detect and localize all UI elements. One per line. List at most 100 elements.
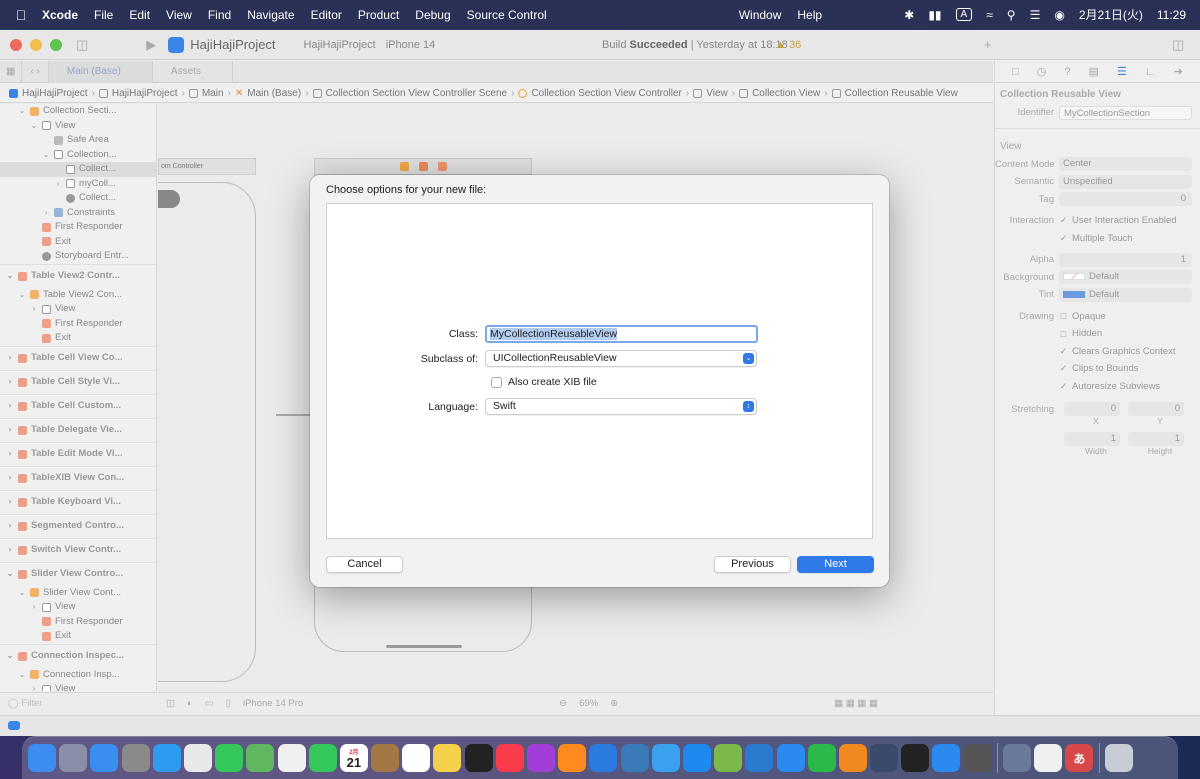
- identity-inspector-icon[interactable]: ▤: [1089, 65, 1099, 78]
- outline-item[interactable]: Safe Area: [0, 133, 156, 148]
- disclosure-icon[interactable]: ⌄: [30, 119, 38, 134]
- user-interaction-checkbox[interactable]: ✓ User Interaction Enabled: [1059, 215, 1177, 226]
- file-inspector-icon[interactable]: □: [1012, 66, 1019, 78]
- pages-icon[interactable]: [838, 744, 867, 772]
- zoom-in-icon[interactable]: ⊕: [610, 698, 618, 709]
- outline-item[interactable]: Collect...: [0, 162, 156, 177]
- disclosure-icon[interactable]: ›: [6, 346, 14, 370]
- outline-scene-group[interactable]: ⌄ Connection Inspec...: [0, 643, 156, 668]
- breadcrumb-item[interactable]: HajiHajiProject: [96, 88, 181, 99]
- breadcrumb-item[interactable]: HajiHajiProject: [6, 88, 91, 99]
- outline-item[interactable]: › myColl...: [0, 177, 156, 192]
- semantic-popup[interactable]: Unspecified: [1059, 174, 1192, 189]
- breadcrumb-item[interactable]: Collection Section View Controller: [515, 88, 684, 99]
- bluetooth-icon[interactable]: ✱: [897, 8, 921, 22]
- scheme-selector[interactable]: HajiHajiProject: [304, 39, 376, 51]
- vscode-icon[interactable]: [745, 744, 774, 772]
- outline-item[interactable]: Storyboard Entr...: [0, 249, 156, 264]
- filter-field[interactable]: ◯ Filter: [0, 692, 157, 714]
- outline-item[interactable]: ⌄ Slider View Cont...: [0, 586, 156, 601]
- stretch-y-stepper[interactable]: 0: [1128, 401, 1184, 416]
- reminders-icon[interactable]: [402, 744, 431, 772]
- messages-icon[interactable]: [215, 744, 244, 772]
- breadcrumb-item[interactable]: View: [690, 88, 731, 99]
- disclosure-icon[interactable]: ⌄: [18, 668, 26, 683]
- outline-item[interactable]: ⌄ Collection...: [0, 148, 156, 163]
- clears-graphics-checkbox[interactable]: ✓ Clears Graphics Context: [1059, 346, 1176, 357]
- photos-icon[interactable]: [277, 744, 306, 772]
- class-name-field[interactable]: MyCollectionReusableView: [485, 325, 758, 343]
- menu-find[interactable]: Find: [200, 8, 239, 22]
- disclosure-icon[interactable]: ›: [6, 394, 14, 418]
- calculator-icon[interactable]: [963, 744, 992, 772]
- menu-navigate[interactable]: Navigate: [239, 8, 302, 22]
- disclosure-icon[interactable]: ›: [6, 514, 14, 538]
- disclosure-icon[interactable]: ⌄: [6, 264, 14, 288]
- view-controller-icon[interactable]: [400, 162, 409, 171]
- siri-icon[interactable]: ◉: [1047, 8, 1071, 22]
- music-icon[interactable]: [495, 744, 524, 772]
- grid-icon[interactable]: ▦: [0, 60, 23, 83]
- notes-brown-icon[interactable]: [371, 744, 400, 772]
- outline-scene-group[interactable]: › Table Cell Custom...: [0, 393, 156, 418]
- breadcrumb-item[interactable]: ✕ Main (Base): [232, 88, 304, 99]
- disclosure-icon[interactable]: ›: [6, 538, 14, 562]
- maps-icon[interactable]: [246, 744, 275, 772]
- tag-stepper[interactable]: 0: [1059, 192, 1192, 207]
- outline-item[interactable]: First Responder: [0, 317, 156, 332]
- numbers-icon[interactable]: [807, 744, 836, 772]
- outline-scene-group[interactable]: › Table Keyboard Vi...: [0, 489, 156, 514]
- menubar-date[interactable]: 2月21日(火): [1072, 6, 1150, 23]
- zoom-window-button[interactable]: [50, 38, 62, 51]
- outline-item[interactable]: ⌄ View: [0, 119, 156, 134]
- sidebar-toggle-icon[interactable]: ◫: [76, 37, 88, 53]
- battery-icon[interactable]: ▮▮: [921, 8, 948, 22]
- outline-scene-group[interactable]: › Table Cell View Co...: [0, 345, 156, 370]
- alpha-stepper[interactable]: 1: [1059, 252, 1192, 267]
- finder-icon[interactable]: [28, 744, 56, 772]
- xcode-icon[interactable]: [589, 744, 618, 772]
- outline-item[interactable]: › View: [0, 302, 156, 317]
- disclosure-icon[interactable]: ⌄: [18, 288, 26, 303]
- device-config-icon[interactable]: ▯: [226, 698, 231, 709]
- calendar-icon[interactable]: 2月 21: [339, 744, 368, 772]
- outline-item[interactable]: First Responder: [0, 220, 156, 235]
- zoom-out-icon[interactable]: ⊖: [559, 698, 567, 709]
- device-label[interactable]: iPhone 14 Pro: [243, 698, 303, 709]
- disclosure-icon[interactable]: ⌄: [6, 644, 14, 668]
- disclosure-icon[interactable]: ›: [6, 466, 14, 490]
- preview-icon[interactable]: [1003, 744, 1031, 772]
- outline-scene-group[interactable]: ⌄ Table View2 Contr...: [0, 263, 156, 288]
- disclosure-icon[interactable]: ›: [6, 418, 14, 442]
- outline-scene-group[interactable]: › Segmented Contro...: [0, 513, 156, 538]
- disclosure-icon[interactable]: ⌄: [18, 104, 26, 119]
- close-window-button[interactable]: [10, 38, 22, 51]
- clips-to-bounds-checkbox[interactable]: ✓ Clips to Bounds: [1059, 363, 1139, 374]
- run-icon[interactable]: ▶: [146, 37, 156, 53]
- menubar-time[interactable]: 11:29: [1150, 8, 1200, 22]
- stretch-x-stepper[interactable]: 0: [1064, 401, 1120, 416]
- safari-icon[interactable]: [152, 744, 181, 772]
- outline-item[interactable]: First Responder: [0, 615, 156, 630]
- previous-button[interactable]: Previous: [714, 556, 791, 573]
- terminal-icon[interactable]: [901, 744, 930, 772]
- mail-icon[interactable]: [90, 744, 119, 772]
- outline-item[interactable]: Exit: [0, 331, 156, 346]
- trash-icon[interactable]: [1104, 744, 1133, 772]
- apple-icon[interactable]: : [0, 7, 42, 23]
- disclosure-icon[interactable]: ›: [6, 442, 14, 466]
- opaque-checkbox[interactable]: □ Opaque: [1059, 311, 1106, 322]
- identifier-field[interactable]: MyCollectionSection: [1059, 105, 1192, 120]
- keynote-icon[interactable]: [776, 744, 805, 772]
- disclosure-icon[interactable]: ⌄: [6, 562, 14, 586]
- disclosure-icon[interactable]: ›: [42, 206, 50, 221]
- breadcrumb-item[interactable]: Collection Section View Controller Scene: [310, 88, 511, 99]
- menu-view[interactable]: View: [158, 8, 200, 22]
- device-selector[interactable]: iPhone 14: [386, 39, 436, 51]
- app-store-icon[interactable]: [682, 744, 711, 772]
- zoom-level[interactable]: 69%: [579, 698, 598, 709]
- debug-toggle-icon[interactable]: [8, 721, 20, 730]
- chrome-icon[interactable]: [183, 744, 212, 772]
- zoom-icon[interactable]: [932, 744, 961, 772]
- hidden-checkbox[interactable]: □ Hidden: [1059, 328, 1102, 339]
